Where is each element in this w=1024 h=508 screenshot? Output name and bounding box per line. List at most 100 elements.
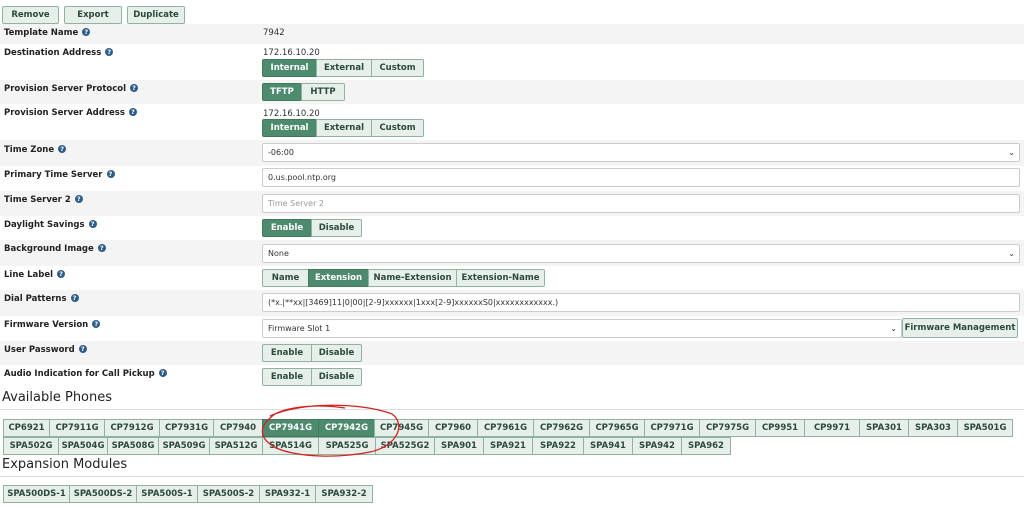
row-template-name: Template Name? 7942 [0, 24, 1024, 44]
line-label-extension-name-button[interactable]: Extension-Name [456, 269, 545, 287]
phone-cp7961g-button[interactable]: CP7961G [477, 419, 534, 437]
destination-internal-button[interactable]: Internal [262, 59, 317, 77]
phone-spa941-button[interactable]: SPA941 [583, 437, 633, 455]
row-dial-patterns: Dial Patterns? (*x.|**xx|[3469]11|0|00|[… [0, 290, 1024, 316]
provision-protocol-label: Provision Server Protocol? [4, 84, 139, 94]
phone-cp9951-button[interactable]: CP9951 [755, 419, 805, 437]
phone-cp7941g-button[interactable]: CP7941G [262, 419, 319, 437]
phone-cp7911g-button[interactable]: CP7911G [49, 419, 105, 437]
phone-cp7945g-button[interactable]: CP7945G [374, 419, 429, 437]
time-server-2-input[interactable]: Time Server 2 [262, 194, 1020, 213]
module-spa500ds-2-button[interactable]: SPA500DS-2 [69, 485, 137, 503]
provision-internal-button[interactable]: Internal [262, 119, 317, 137]
phone-cp7975g-button[interactable]: CP7975G [699, 419, 756, 437]
destination-external-button[interactable]: External [316, 59, 372, 77]
help-icon[interactable]: ? [105, 48, 114, 56]
provision-protocol-selector: TFTP HTTP [262, 83, 345, 101]
help-icon[interactable]: ? [57, 270, 66, 278]
phone-spa501g-button[interactable]: SPA501G [957, 419, 1013, 437]
phone-spa301-button[interactable]: SPA301 [859, 419, 909, 437]
phone-cp7965g-button[interactable]: CP7965G [589, 419, 645, 437]
phone-spa525g-button[interactable]: SPA525G [318, 437, 376, 455]
provision-external-button[interactable]: External [316, 119, 372, 137]
firmware-version-select[interactable]: Firmware Slot 1 ⌄ [262, 319, 902, 338]
audio-enable-button[interactable]: Enable [262, 368, 312, 386]
phone-cp7962g-button[interactable]: CP7962G [533, 419, 590, 437]
user-password-selector: Enable Disable [262, 344, 362, 362]
phone-cp7971g-button[interactable]: CP7971G [644, 419, 700, 437]
module-spa500s-1-button[interactable]: SPA500S-1 [136, 485, 198, 503]
export-button[interactable]: Export [64, 6, 122, 24]
password-enable-button[interactable]: Enable [262, 344, 312, 362]
help-icon[interactable]: ? [78, 345, 87, 353]
phone-spa512g-button[interactable]: SPA512G [209, 437, 263, 455]
daylight-savings-label: Daylight Savings? [4, 220, 97, 230]
help-icon[interactable]: ? [88, 220, 97, 228]
module-spa932-2-button[interactable]: SPA932-2 [315, 485, 373, 503]
module-spa500s-2-button[interactable]: SPA500S-2 [197, 485, 260, 503]
divider [0, 476, 1024, 477]
daylight-disable-button[interactable]: Disable [311, 219, 362, 237]
phone-spa962-button[interactable]: SPA962 [681, 437, 731, 455]
help-icon[interactable]: ? [97, 244, 106, 252]
phone-spa509g-button[interactable]: SPA509G [158, 437, 210, 455]
module-spa500ds-1-button[interactable]: SPA500DS-1 [3, 485, 70, 503]
daylight-enable-button[interactable]: Enable [262, 219, 312, 237]
dial-patterns-input[interactable]: (*x.|**xx|[3469]11|0|00|[2-9]xxxxxx|1xxx… [262, 293, 1020, 312]
provision-address-label: Provision Server Address? [4, 108, 137, 118]
time-zone-select[interactable]: -06:00 ⌄ [262, 143, 1020, 162]
dial-patterns-label: Dial Patterns? [4, 294, 79, 304]
phone-spa504g-button[interactable]: SPA504G [58, 437, 108, 455]
line-label-extension-button[interactable]: Extension [308, 269, 369, 287]
phones-row-1: CP6921 CP7911G CP7912G CP7931G CP7940 CP7941G… [3, 419, 1013, 437]
module-spa932-1-button[interactable]: SPA932-1 [259, 485, 316, 503]
template-name-value: 7942 [263, 28, 285, 38]
row-time-server-2: Time Server 2? Time Server 2 [0, 191, 1024, 216]
phone-cp9971-button[interactable]: CP9971 [804, 419, 860, 437]
remove-button[interactable]: Remove [2, 6, 59, 24]
background-image-select[interactable]: None ⌄ [262, 244, 1020, 263]
phone-cp7931g-button[interactable]: CP7931G [159, 419, 214, 437]
primary-time-server-input[interactable]: 0.us.pool.ntp.org [262, 168, 1020, 187]
help-icon[interactable]: ? [74, 195, 83, 203]
phone-spa921-button[interactable]: SPA921 [483, 437, 533, 455]
phone-cp7940-button[interactable]: CP7940 [213, 419, 263, 437]
help-icon[interactable]: ? [92, 320, 101, 328]
provision-custom-button[interactable]: Custom [371, 119, 424, 137]
phone-cp7942g-button[interactable]: CP7942G [318, 419, 375, 437]
help-icon[interactable]: ? [58, 145, 67, 153]
expansion-modules-heading: Expansion Modules [2, 457, 128, 472]
help-icon[interactable]: ? [70, 294, 79, 302]
phone-spa942-button[interactable]: SPA942 [632, 437, 682, 455]
phone-cp7960-button[interactable]: CP7960 [428, 419, 478, 437]
chevron-down-icon: ⌄ [890, 324, 897, 333]
destination-custom-button[interactable]: Custom [371, 59, 424, 77]
help-icon[interactable]: ? [128, 108, 137, 116]
row-primary-time-server: Primary Time Server? 0.us.pool.ntp.org [0, 166, 1024, 191]
help-icon[interactable]: ? [106, 170, 115, 178]
firmware-management-button[interactable]: Firmware Management [902, 318, 1018, 338]
phone-spa514g-button[interactable]: SPA514G [262, 437, 319, 455]
toolbar: Remove Export Duplicate [2, 6, 185, 24]
phone-spa525g2-button[interactable]: SPA525G2 [375, 437, 435, 455]
time-server-2-label: Time Server 2? [4, 195, 83, 205]
help-icon[interactable]: ? [82, 28, 91, 36]
help-icon[interactable]: ? [130, 84, 139, 92]
phone-spa901-button[interactable]: SPA901 [434, 437, 484, 455]
phone-spa303-button[interactable]: SPA303 [908, 419, 958, 437]
row-destination-address: Destination Address? 172.16.10.20 Intern… [0, 44, 1024, 80]
protocol-tftp-button[interactable]: TFTP [262, 83, 302, 101]
password-disable-button[interactable]: Disable [311, 344, 362, 362]
provision-address-selector: Internal External Custom [262, 119, 424, 137]
help-icon[interactable]: ? [158, 369, 167, 377]
phone-cp7912g-button[interactable]: CP7912G [104, 419, 160, 437]
audio-disable-button[interactable]: Disable [311, 368, 362, 386]
line-label-name-button[interactable]: Name [262, 269, 309, 287]
phone-spa508g-button[interactable]: SPA508G [107, 437, 159, 455]
phone-cp6921-button[interactable]: CP6921 [3, 419, 50, 437]
phone-spa922-button[interactable]: SPA922 [532, 437, 584, 455]
phone-spa502g-button[interactable]: SPA502G [3, 437, 59, 455]
duplicate-button[interactable]: Duplicate [127, 6, 185, 24]
line-label-name-extension-button[interactable]: Name-Extension [368, 269, 457, 287]
protocol-http-button[interactable]: HTTP [301, 83, 345, 101]
